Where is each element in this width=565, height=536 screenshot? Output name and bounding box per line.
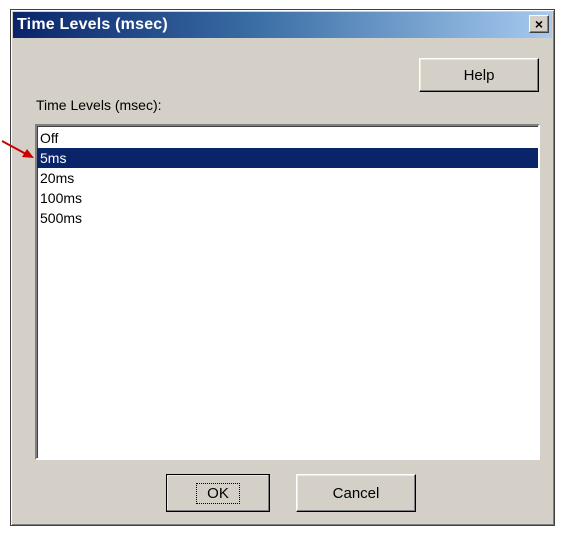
close-icon: × (534, 16, 544, 32)
annotation-arrow-icon (1, 140, 34, 158)
time-levels-label: Time Levels (msec): (36, 97, 162, 113)
ok-button-label: OK (196, 482, 240, 504)
list-item-5ms[interactable]: 5ms (37, 148, 538, 168)
help-button[interactable]: Help (419, 58, 539, 92)
close-button[interactable]: × (529, 15, 549, 33)
cancel-button[interactable]: Cancel (296, 474, 416, 512)
list-item-off[interactable]: Off (37, 128, 538, 148)
help-button-label: Help (463, 66, 495, 84)
ok-button[interactable]: OK (166, 474, 270, 512)
list-item-100ms[interactable]: 100ms (37, 188, 538, 208)
time-levels-dialog: Time Levels (msec) × Help Time Levels (m… (10, 9, 555, 526)
list-item-500ms[interactable]: 500ms (37, 208, 538, 228)
title-bar[interactable]: Time Levels (msec) × (13, 12, 552, 38)
cancel-button-label: Cancel (332, 484, 380, 502)
list-item-20ms[interactable]: 20ms (37, 168, 538, 188)
time-levels-listbox[interactable]: Off 5ms 20ms 100ms 500ms (35, 124, 540, 460)
dialog-title: Time Levels (msec) (17, 16, 168, 33)
